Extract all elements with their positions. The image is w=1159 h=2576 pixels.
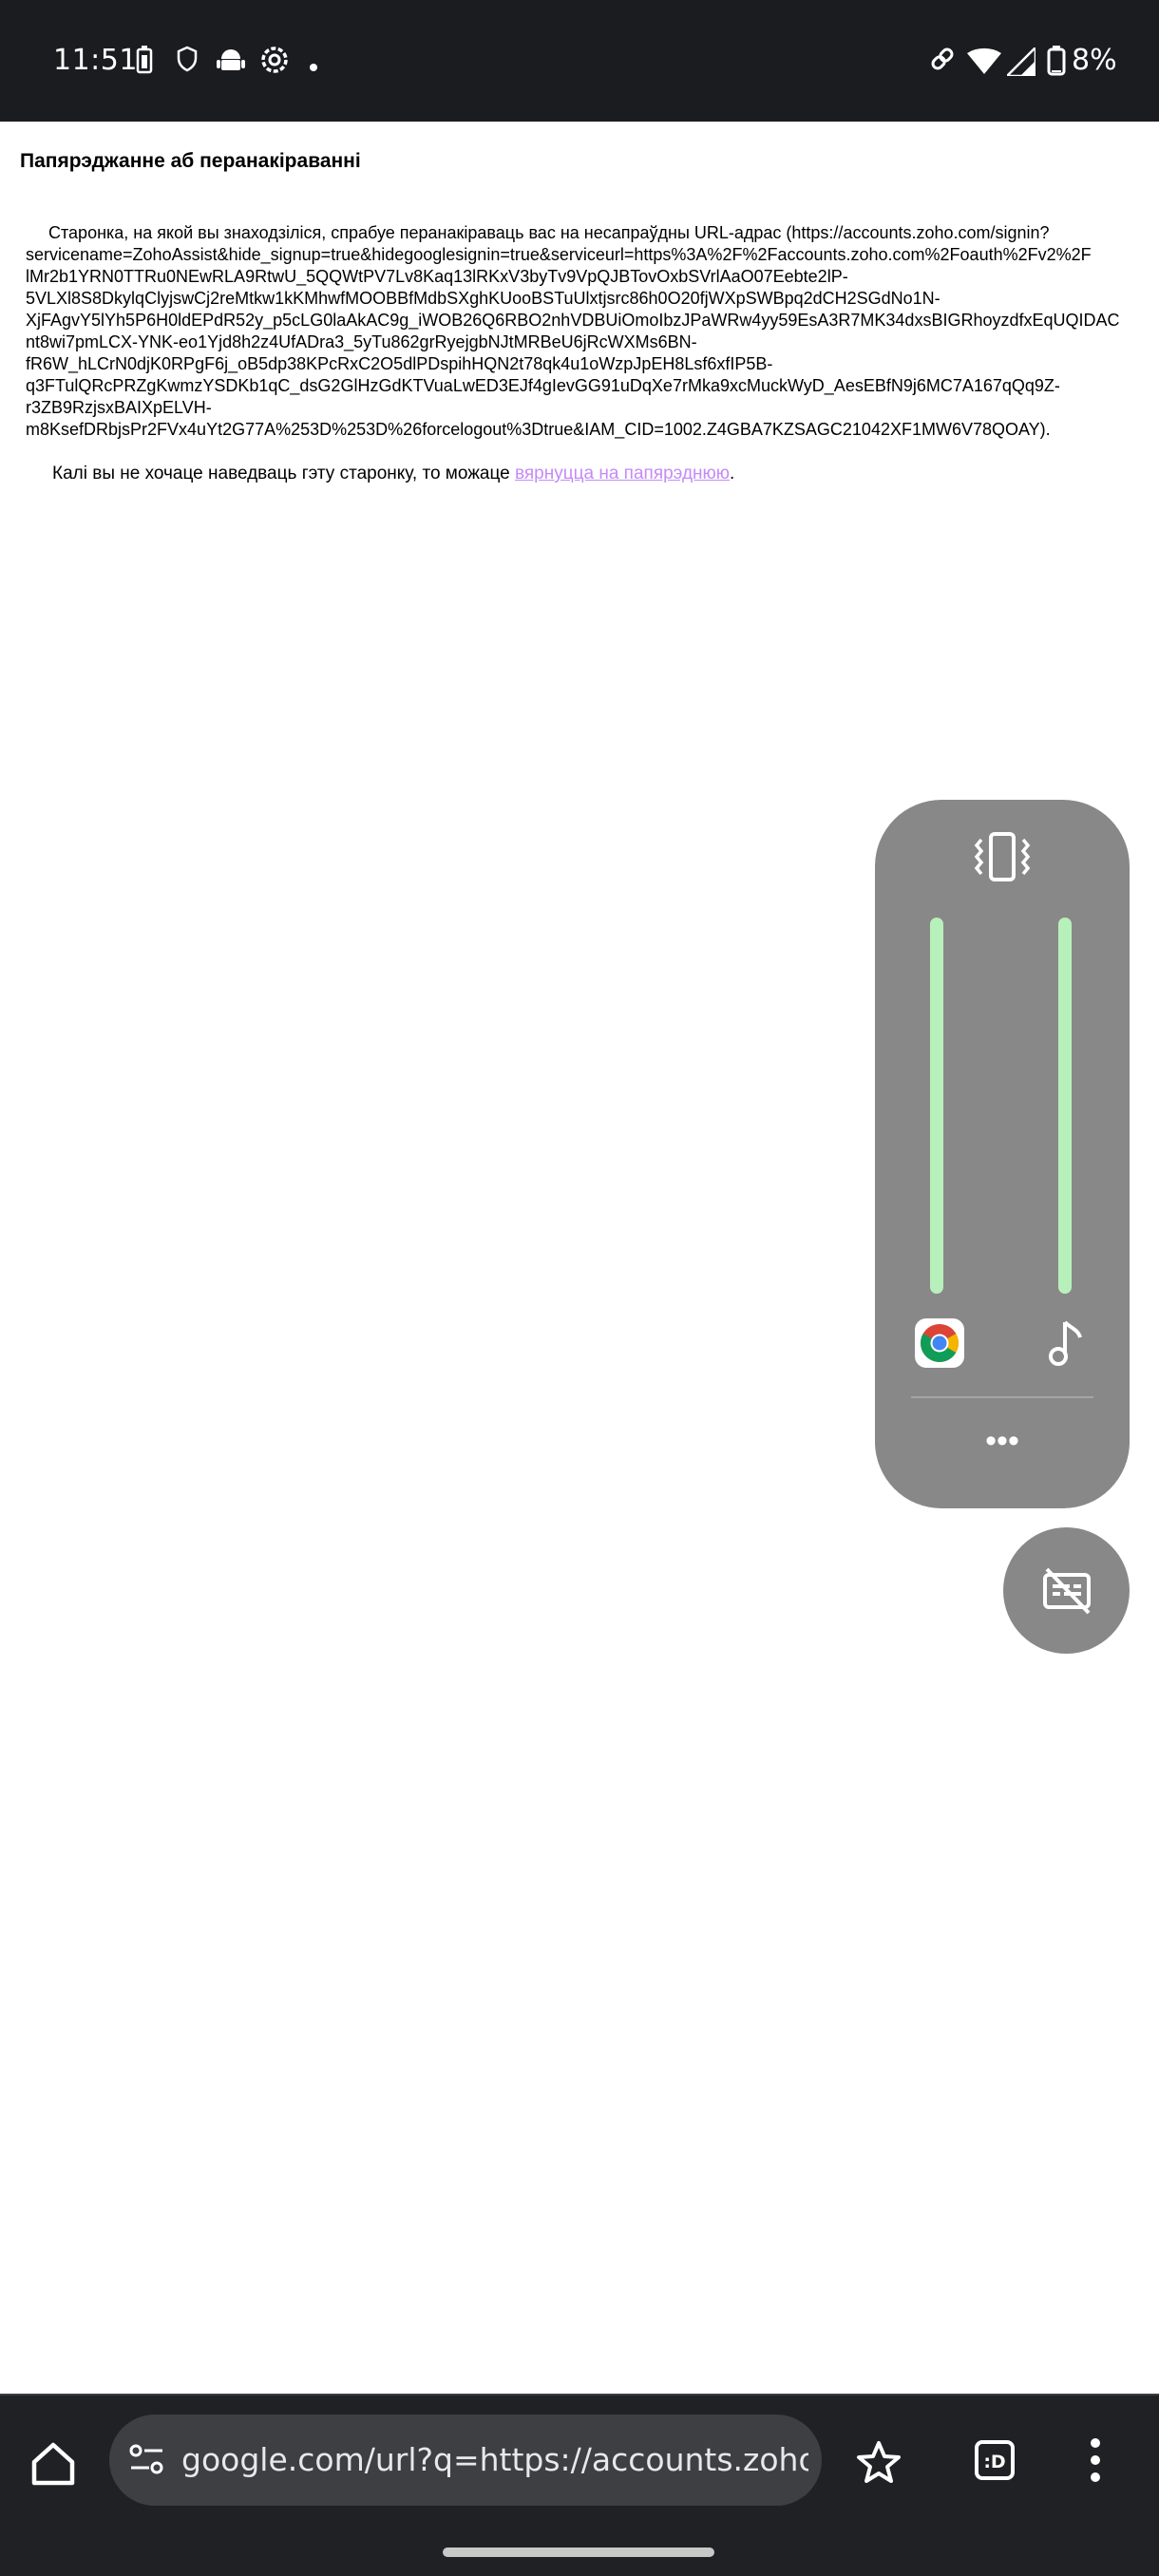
more-vert-icon[interactable] (1089, 2437, 1102, 2488)
redirect-warning-text: Старонка, на якой вы знаходзіліся, спраб… (26, 222, 1159, 441)
redirect-line: 5VLXl8S8DkylqClyjswCj2reMtkw1kKMhwfMOOBB… (26, 289, 940, 308)
battery-percent: 8% (1072, 44, 1117, 77)
redirect-line: Старонка, на якой вы знаходзіліся, спраб… (48, 223, 1050, 242)
toolbar-divider (0, 2394, 1159, 2396)
battery-saver-icon (135, 46, 154, 79)
url-bar[interactable]: google.com/url?q=https://accounts.zoho.c… (109, 2415, 822, 2506)
live-caption-button[interactable] (1003, 1527, 1130, 1654)
go-back-prefix: Калі вы не хочаце наведваць гэту старонк… (52, 464, 515, 483)
gesture-navigation-bar[interactable] (443, 2548, 714, 2557)
chrome-icon (915, 1318, 964, 1368)
status-time: 11:51 (53, 44, 138, 77)
go-back-link[interactable]: вярнуцца на папярэднюю (515, 464, 730, 483)
redirect-line: fR6W_hLCrN0djK0RPgF6j_oB5dp38KPcRxC2O5dl… (26, 354, 773, 373)
link-icon (929, 46, 956, 77)
panel-divider (911, 1396, 1093, 1398)
battery-icon (1047, 46, 1066, 81)
redirect-line: r3ZB9RzjsxBAIXpELVH- (26, 398, 212, 417)
volume-panel: ••• (875, 800, 1130, 1508)
url-text[interactable]: google.com/url?q=https://accounts.zoho.c… (181, 2441, 808, 2478)
more-options-button[interactable]: ••• (974, 1425, 1031, 1460)
redirect-line: m8KsefDRbjsPr2FVx4uYt2G77A%253D%253D%26f… (26, 420, 1051, 439)
redirect-line: q3FTulQRcPRZgKwmzYSDKb1qC_dsG2GlHzGdKTVu… (26, 376, 1060, 395)
android-icon (217, 46, 245, 79)
wifi-icon (967, 47, 1001, 79)
browser-toolbar: google.com/url?q=https://accounts.zoho.c… (0, 2394, 1159, 2576)
redirect-line: XjFAgvY5lYh5P6H0ldEPdR52y_p5cLG0laAkAC9g… (26, 311, 1120, 330)
redirect-line: lMr2b1YRN0TTRu0NEwRLA9RtwU_5QQWtPV7Lv8Ka… (26, 267, 848, 286)
live-caption-off-icon (1043, 1567, 1091, 1615)
notification-dot-icon (310, 59, 317, 76)
media-volume-slider[interactable] (1058, 918, 1072, 1294)
page-title: Папярэджанне аб перанакіраванні (20, 150, 361, 172)
home-icon[interactable] (28, 2439, 78, 2493)
svg-text::D: :D (983, 2452, 1005, 2472)
go-back-suffix: . (730, 464, 735, 483)
bookmark-star-icon[interactable] (855, 2439, 902, 2491)
settings-icon (258, 44, 291, 81)
app-volume-slider[interactable] (930, 918, 943, 1294)
redirect-line: nt8wi7pmLCX-YNK-eo1Yjd8h2z4UfADra3_5yTu8… (26, 332, 697, 351)
tab-switcher-icon[interactable]: :D (974, 2439, 1016, 2486)
redirect-line: servicename=ZohoAssist&hide_signup=true&… (26, 245, 1092, 264)
site-settings-icon[interactable] (128, 2441, 166, 2484)
shield-icon (177, 46, 198, 77)
vibrate-icon[interactable] (974, 832, 1031, 886)
go-back-text: Калі вы не хочаце наведваць гэту старонк… (52, 464, 734, 484)
status-bar: 11:51 8% (0, 0, 1159, 122)
music-note-icon (1046, 1318, 1084, 1373)
signal-icon (1003, 44, 1037, 81)
